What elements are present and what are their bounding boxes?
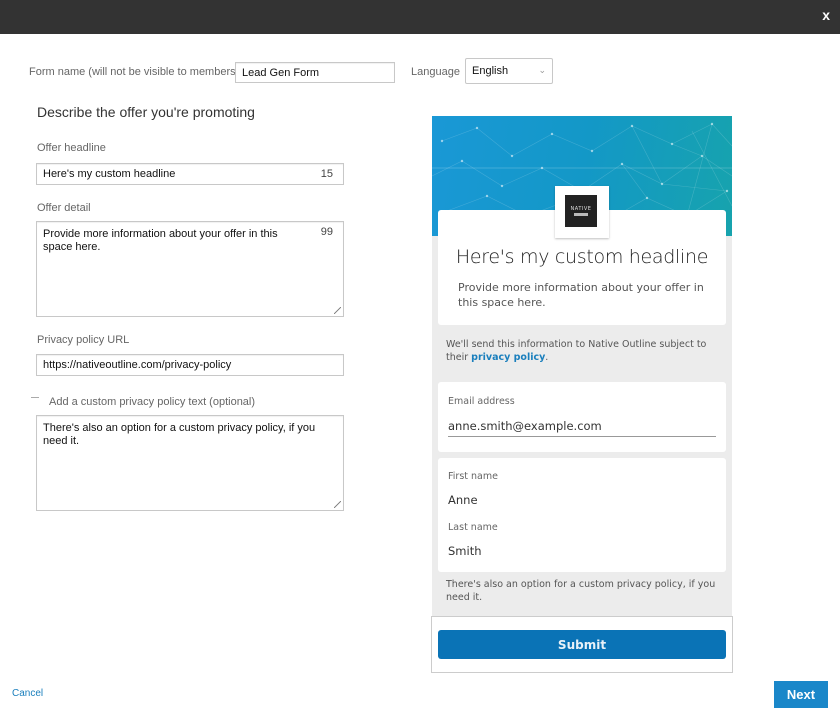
resize-handle-icon[interactable] — [334, 307, 341, 314]
logo-text: NATIVE — [570, 206, 592, 212]
offer-detail-textarea[interactable]: Provide more information about your offe… — [36, 221, 344, 317]
offer-detail-counter: 99 — [320, 226, 333, 238]
last-name-label: Last name — [448, 522, 498, 533]
first-name-value[interactable]: Anne — [448, 493, 478, 507]
offer-headline-value: Here's my custom headline — [43, 168, 176, 180]
custom-privacy-textarea[interactable]: There's also an option for a custom priv… — [36, 415, 344, 511]
email-value[interactable]: anne.smith@example.com — [448, 419, 602, 433]
privacy-url-value: https://nativeoutline.com/privacy-policy — [43, 359, 232, 371]
chevron-down-icon: ⌄ — [538, 65, 546, 75]
offer-detail-value: Provide more information about your offe… — [43, 228, 278, 253]
email-field-card — [438, 382, 726, 452]
language-label: Language — [411, 66, 460, 78]
offer-detail-label: Offer detail — [37, 202, 91, 214]
privacy-url-input[interactable]: https://nativeoutline.com/privacy-policy — [36, 354, 344, 376]
custom-privacy-value: There's also an option for a custom priv… — [43, 422, 316, 447]
privacy-policy-link[interactable]: privacy policy — [471, 352, 545, 363]
form-name-label: Form name (will not be visible to member… — [29, 66, 240, 78]
resize-handle-icon[interactable] — [334, 501, 341, 508]
preview-detail: Provide more information about your offe… — [458, 281, 704, 309]
privacy-notice-suffix: . — [545, 352, 549, 363]
submit-button[interactable]: Submit — [438, 630, 726, 659]
section-title: Describe the offer you're promoting — [37, 104, 255, 120]
language-select[interactable]: English ⌄ — [465, 58, 553, 84]
modal-header-bar: x — [0, 0, 840, 34]
privacy-url-label: Privacy policy URL — [37, 334, 130, 346]
preview-custom-privacy: There's also an option for a custom priv… — [446, 579, 716, 603]
form-preview: NATIVE Here's my custom headline Provide… — [432, 116, 732, 616]
offer-headline-label: Offer headline — [37, 142, 106, 154]
language-value: English — [472, 65, 509, 77]
next-button[interactable]: Next — [774, 681, 828, 708]
preview-headline: Here's my custom headline — [455, 246, 709, 268]
form-name-input[interactable]: Lead Gen Form — [235, 62, 395, 83]
privacy-notice: We'll send this information to Native Ou… — [446, 338, 716, 364]
company-logo: NATIVE — [555, 186, 609, 238]
logo-bar — [574, 213, 588, 216]
submit-area: Submit — [431, 616, 733, 673]
offer-headline-counter: 15 — [320, 168, 333, 180]
custom-privacy-label: Add a custom privacy policy text (option… — [49, 396, 256, 408]
form-name-value: Lead Gen Form — [242, 66, 320, 79]
close-icon[interactable]: x — [822, 7, 830, 23]
last-name-value[interactable]: Smith — [448, 544, 482, 558]
logo-image: NATIVE — [565, 195, 597, 227]
first-name-label: First name — [448, 471, 498, 482]
email-underline — [448, 436, 716, 437]
collapse-toggle-icon[interactable] — [31, 397, 39, 398]
cancel-link[interactable]: Cancel — [12, 688, 43, 699]
offer-headline-input[interactable]: Here's my custom headline 15 — [36, 163, 344, 185]
email-label: Email address — [448, 396, 515, 407]
